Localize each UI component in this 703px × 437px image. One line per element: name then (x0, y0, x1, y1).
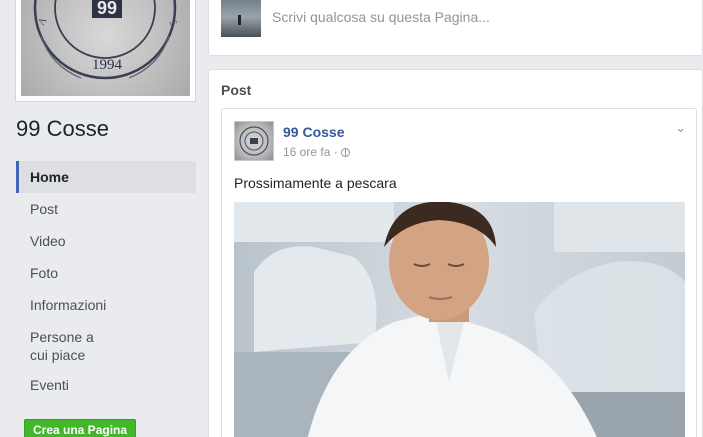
post-composer[interactable]: Scrivi qualcosa su questa Pagina... (208, 0, 703, 56)
post-text: Prossimamente a pescara (234, 175, 397, 191)
nav-item-post[interactable]: Post (16, 193, 196, 225)
posts-heading: Post (221, 82, 252, 98)
globe-icon (340, 148, 350, 157)
post-card: 99 Cosse 16 ore fa · ⌄ Prossimamente a p… (221, 108, 697, 437)
nav-item-persone-a-cui-piace[interactable]: Persone a cui piace (16, 321, 196, 369)
page-nav: Home Post Video Foto Informazioni Person… (16, 161, 196, 401)
composer-placeholder[interactable]: Scrivi qualcosa su questa Pagina... (272, 9, 490, 25)
post-author-avatar[interactable] (234, 121, 274, 161)
svg-text:1994: 1994 (92, 57, 123, 73)
nav-item-video[interactable]: Video (16, 225, 196, 257)
post-timestamp[interactable]: 16 ore fa · (283, 145, 350, 159)
create-page-button[interactable]: Crea una Pagina (24, 419, 137, 437)
video-frame (234, 202, 685, 437)
post-time-text[interactable]: 16 ore fa · (283, 145, 338, 159)
svg-text:99: 99 (97, 0, 117, 18)
chevron-down-icon[interactable]: ⌄ (675, 120, 686, 136)
nav-item-home[interactable]: Home (16, 161, 196, 193)
post-video[interactable]: 🔇︎ (234, 202, 685, 437)
post-author-link[interactable]: 99 Cosse (283, 124, 344, 140)
nav-item-eventi[interactable]: Eventi (16, 369, 196, 401)
cover-seal-graphic: 99 1994 Λ S (33, 0, 179, 80)
nav-item-foto[interactable]: Foto (16, 257, 196, 289)
posts-section: Post 99 Cosse 16 ore fa · ⌄ Prossimament… (208, 69, 703, 437)
composer-avatar (221, 0, 261, 37)
page-title[interactable]: 99 Cosse (16, 116, 109, 142)
nav-item-informazioni[interactable]: Informazioni (16, 289, 196, 321)
profile-picture[interactable]: 99 1994 Λ S (15, 0, 196, 102)
